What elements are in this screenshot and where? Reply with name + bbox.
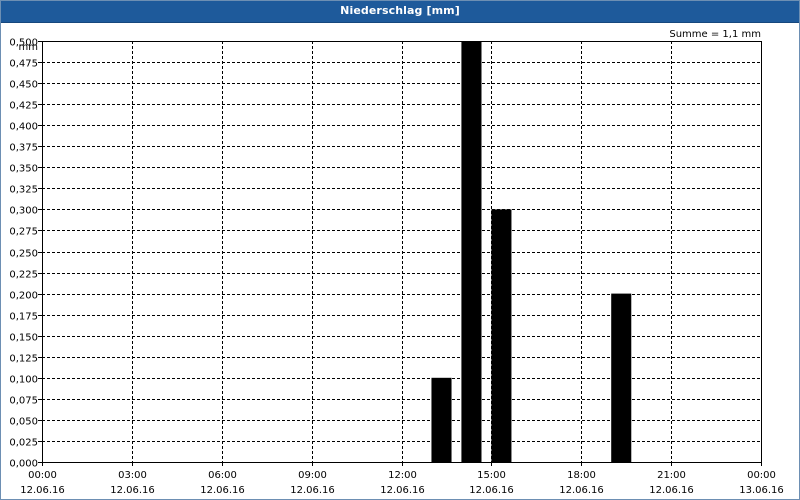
y-tick-label: 0,050 [9,417,38,428]
x-tick-time-label: 21:00 [657,470,686,481]
x-tick-time-label: 00:00 [28,470,57,481]
y-tick-label: 0,300 [9,206,38,217]
y-tick-label: 0,100 [9,375,38,386]
x-tick-date-label: 12.06.16 [559,485,604,496]
precipitation-bar [431,377,452,462]
x-tick-date-label: 12.06.16 [380,485,425,496]
y-tick-label: 0,225 [9,270,38,281]
y-tick-label: 0,000 [9,459,38,470]
x-tick-date-label: 12.06.16 [200,485,245,496]
precipitation-bar [611,293,632,462]
y-tick-label: 0,350 [9,164,38,175]
title-bar: Niederschlag [mm] [1,1,799,23]
y-tick-label: 0,375 [9,143,38,154]
y-tick-label: 0,175 [9,312,38,323]
bars-layer [431,41,632,462]
precipitation-bar [491,209,512,462]
y-tick-label: 0,475 [9,59,38,70]
chart-title: Niederschlag [mm] [340,4,460,17]
precipitation-bar [461,41,482,462]
y-tick-label: 0,250 [9,249,38,260]
x-tick-date-label: 12.06.16 [649,485,694,496]
x-tick-date-label: 12.06.16 [20,485,65,496]
x-tick-time-label: 06:00 [208,470,237,481]
y-tick-label: 0,425 [9,101,38,112]
x-tick-time-label: 00:00 [747,470,776,481]
y-tick-label: 0,400 [9,122,38,133]
x-axis-ticks: 00:00 12.06.16 03:00 12.06.16 06:00 12.06.16 0… [20,462,784,496]
x-tick-time-label: 03:00 [118,470,147,481]
y-tick-label: 0,150 [9,333,38,344]
x-tick-date-label: 13.06.16 [739,485,784,496]
y-tick-label: 0,450 [9,80,38,91]
y-tick-label: 0,325 [9,185,38,196]
sum-annotation: Summe = 1,1 mm [669,29,761,40]
precipitation-chart: 0,000 0,025 0,050 0,075 0,100 0,125 0,150 0,175… [9,29,784,496]
x-tick-date-label: 12.06.16 [469,485,514,496]
y-tick-label: 0,075 [9,396,38,407]
y-tick-label: 0,025 [9,438,38,449]
x-tick-time-label: 18:00 [567,470,596,481]
y-tick-label: 0,275 [9,227,38,238]
y-tick-label: 0,200 [9,291,38,302]
x-tick-time-label: 09:00 [298,470,327,481]
y-axis-ticks: 0,000 0,025 0,050 0,075 0,100 0,125 0,150 0,175… [9,38,42,470]
x-tick-date-label: 12.06.16 [110,485,155,496]
x-tick-time-label: 15:00 [477,470,506,481]
x-tick-date-label: 12.06.16 [290,485,335,496]
grid-layer [42,41,761,462]
x-tick-time-label: 12:00 [388,470,417,481]
y-axis-unit-label: mm [19,42,38,53]
chart-window: Niederschlag [mm] 0,000 0,025 0,050 0,075 0,… [0,0,800,500]
y-tick-label: 0,125 [9,354,38,365]
